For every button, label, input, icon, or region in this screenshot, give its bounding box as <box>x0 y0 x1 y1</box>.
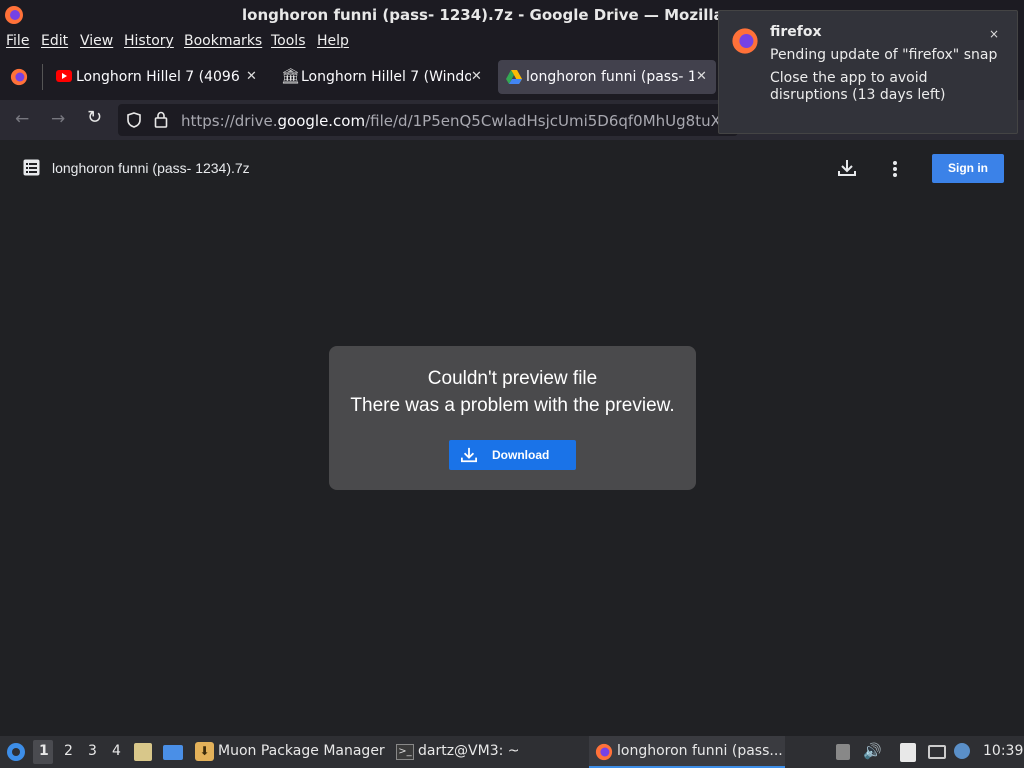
menu-history[interactable]: History <box>124 33 174 49</box>
notifications-tray-icon[interactable] <box>954 743 970 759</box>
menu-file[interactable]: File <box>6 33 29 49</box>
notification-body: Pending update of "firefox" snap Close t… <box>770 47 1000 104</box>
url-bar[interactable]: https://drive.google.com/file/d/1P5enQ5C… <box>118 104 760 136</box>
firefox-icon <box>595 743 613 761</box>
tab-archive[interactable]: 🏛 Longhorn Hillel 7 (Window ✕ <box>275 60 489 94</box>
notification-line: Pending update of "firefox" snap <box>770 47 998 63</box>
menu-view[interactable]: View <box>80 33 113 49</box>
network-icon[interactable] <box>928 745 946 759</box>
notification-app-name: firefox <box>770 24 822 40</box>
clipboard-icon[interactable] <box>900 743 916 762</box>
tab-close-icon[interactable]: ✕ <box>471 69 482 84</box>
file-list-icon <box>23 159 40 176</box>
tab-divider <box>42 64 43 90</box>
download-button-label: Download <box>492 448 550 462</box>
youtube-icon <box>56 70 72 82</box>
terminal-icon: >_ <box>396 744 414 760</box>
firefox-icon <box>5 6 23 24</box>
tab-google-drive[interactable]: longhoron funni (pass- 1234 ✕ <box>498 60 716 94</box>
tab-close-icon[interactable]: ✕ <box>246 69 257 84</box>
reload-icon[interactable]: ↻ <box>87 107 102 128</box>
file-name: longhoron funni (pass- 1234).7z <box>52 160 250 176</box>
google-drive-icon <box>506 70 522 84</box>
task-label: longhoron funni (pass... <box>617 743 783 759</box>
workspace-4[interactable]: 4 <box>112 743 121 759</box>
tab-label: Longhorn Hillel 7 (4096) <box>76 69 240 85</box>
window-title: longhoron funni (pass- 1234).7z - Google… <box>242 6 724 24</box>
download-icon[interactable] <box>838 159 856 177</box>
archive-icon: 🏛 <box>281 67 301 85</box>
menu-bookmarks[interactable]: Bookmarks <box>184 33 262 49</box>
tab-youtube[interactable]: Longhorn Hillel 7 (4096) ✕ <box>50 60 264 94</box>
show-desktop-icon[interactable] <box>163 745 183 760</box>
download-icon <box>461 447 477 463</box>
file-manager-icon[interactable] <box>134 743 152 761</box>
preview-error-card: Couldn't preview file There was a proble… <box>329 346 696 490</box>
forward-icon[interactable]: → <box>51 109 65 129</box>
firefox-view-icon[interactable] <box>10 68 28 86</box>
notification-close-icon[interactable]: × <box>989 27 999 41</box>
clock[interactable]: 10:39 <box>983 743 1023 759</box>
preview-error-title: Couldn't preview file <box>427 368 598 389</box>
workspace-1[interactable]: 1 <box>39 743 49 759</box>
workspace-2[interactable]: 2 <box>64 743 73 759</box>
back-icon[interactable]: ← <box>15 109 29 129</box>
menu-edit[interactable]: Edit <box>41 33 68 49</box>
menu-tools[interactable]: Tools <box>271 33 306 49</box>
volume-icon[interactable]: 🔊 <box>863 742 882 760</box>
task-firefox[interactable]: longhoron funni (pass... <box>589 736 785 768</box>
taskbar: 1 2 3 4 ⬇ Muon Package Manager >_ dartz@… <box>0 736 1024 768</box>
tab-close-icon[interactable]: ✕ <box>696 69 707 84</box>
workspace-3[interactable]: 3 <box>88 743 97 759</box>
download-button[interactable]: Download <box>449 440 576 470</box>
tab-label: Longhorn Hillel 7 (Window <box>301 69 471 85</box>
update-notification[interactable]: firefox Pending update of "firefox" snap… <box>718 10 1018 134</box>
lock-icon[interactable] <box>154 111 168 128</box>
task-terminal[interactable]: dartz@VM3: ~ <box>418 743 520 759</box>
url-text: https://drive.google.com/file/d/1P5enQ5C… <box>181 112 761 130</box>
preview-error-message: There was a problem with the preview. <box>350 395 675 416</box>
notification-line: Close the app to avoid disruptions (13 d… <box>770 70 946 103</box>
task-muon-package-manager[interactable]: Muon Package Manager <box>218 743 385 759</box>
more-options-icon[interactable] <box>892 160 898 178</box>
tab-label: longhoron funni (pass- 1234 <box>526 69 694 85</box>
tray-updates-icon[interactable] <box>836 744 850 760</box>
sign-in-button[interactable]: Sign in <box>932 154 1004 183</box>
firefox-icon <box>732 28 758 54</box>
shield-icon[interactable] <box>127 112 141 128</box>
package-manager-icon: ⬇ <box>195 742 214 761</box>
page-content: longhoron funni (pass- 1234).7z Sign in … <box>0 140 1024 736</box>
menu-help[interactable]: Help <box>317 33 349 49</box>
start-menu-icon[interactable] <box>6 742 26 762</box>
